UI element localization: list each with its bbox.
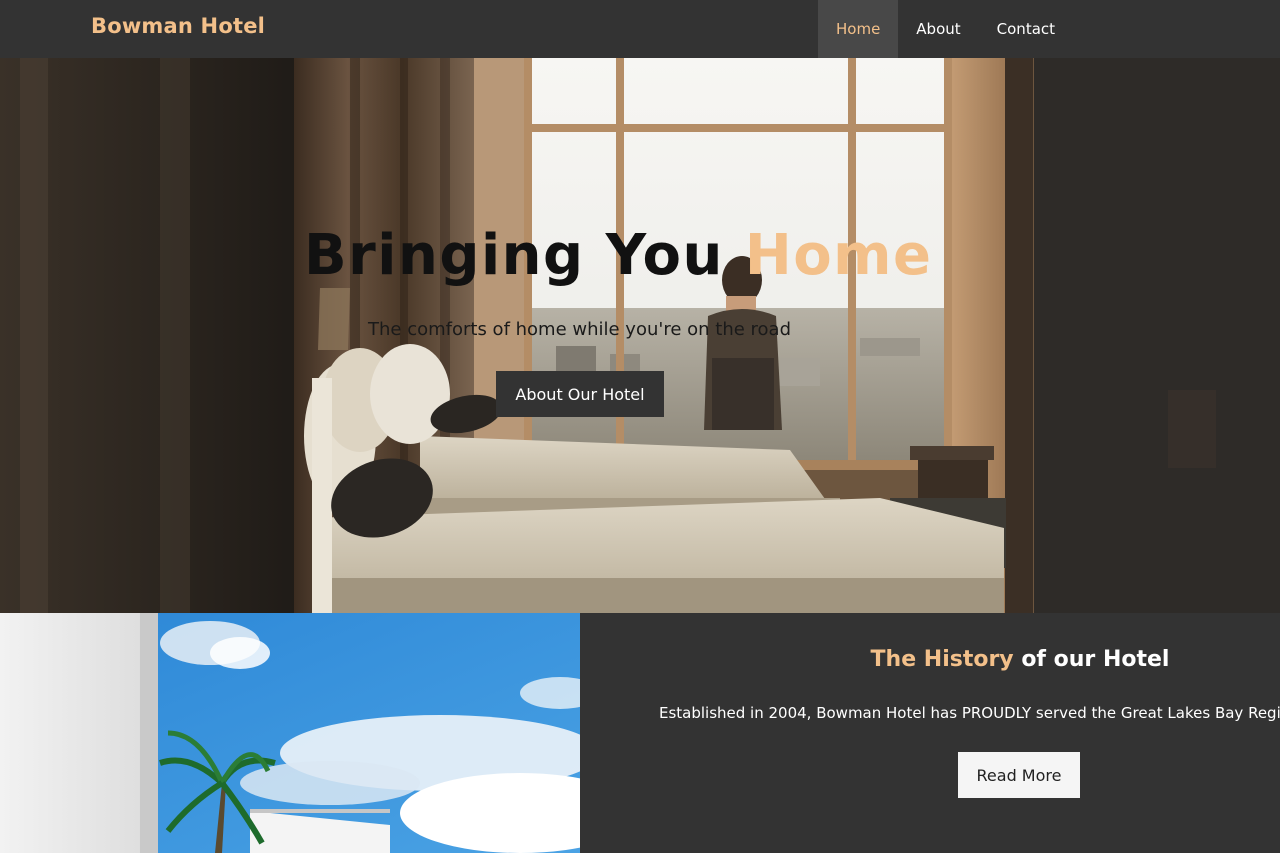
history-title-accent: The History bbox=[870, 647, 1014, 672]
hero-title: Bringing You Home bbox=[304, 220, 933, 292]
hero-content: Bringing You Home The comforts of home w… bbox=[0, 58, 1280, 613]
nav-link-home[interactable]: Home bbox=[818, 0, 899, 58]
nav-link-contact[interactable]: Contact bbox=[979, 0, 1073, 58]
nav-link-about[interactable]: About bbox=[898, 0, 978, 58]
hero-section: Bringing You Home The comforts of home w… bbox=[0, 58, 1280, 613]
brand-logo[interactable]: Bowman Hotel bbox=[91, 14, 265, 38]
hero-subtitle: The comforts of home while you're on the… bbox=[368, 319, 791, 340]
read-more-button[interactable]: Read More bbox=[958, 752, 1080, 798]
history-title-rest: of our Hotel bbox=[1013, 647, 1170, 672]
hero-title-main: Bringing You bbox=[304, 223, 745, 288]
history-title: The History of our Hotel bbox=[580, 647, 1280, 672]
navbar: Bowman Hotel Home About Contact bbox=[0, 0, 1280, 58]
hero-title-accent: Home bbox=[744, 223, 933, 288]
history-section: The History of our Hotel Established in … bbox=[580, 613, 1280, 853]
about-our-hotel-button[interactable]: About Our Hotel bbox=[496, 371, 664, 417]
nav-menu: Home About Contact bbox=[818, 0, 1073, 58]
hotel-exterior-photo bbox=[0, 613, 580, 853]
history-text: Established in 2004, Bowman Hotel has PR… bbox=[659, 704, 1280, 722]
hotel-exterior-image bbox=[0, 613, 580, 853]
